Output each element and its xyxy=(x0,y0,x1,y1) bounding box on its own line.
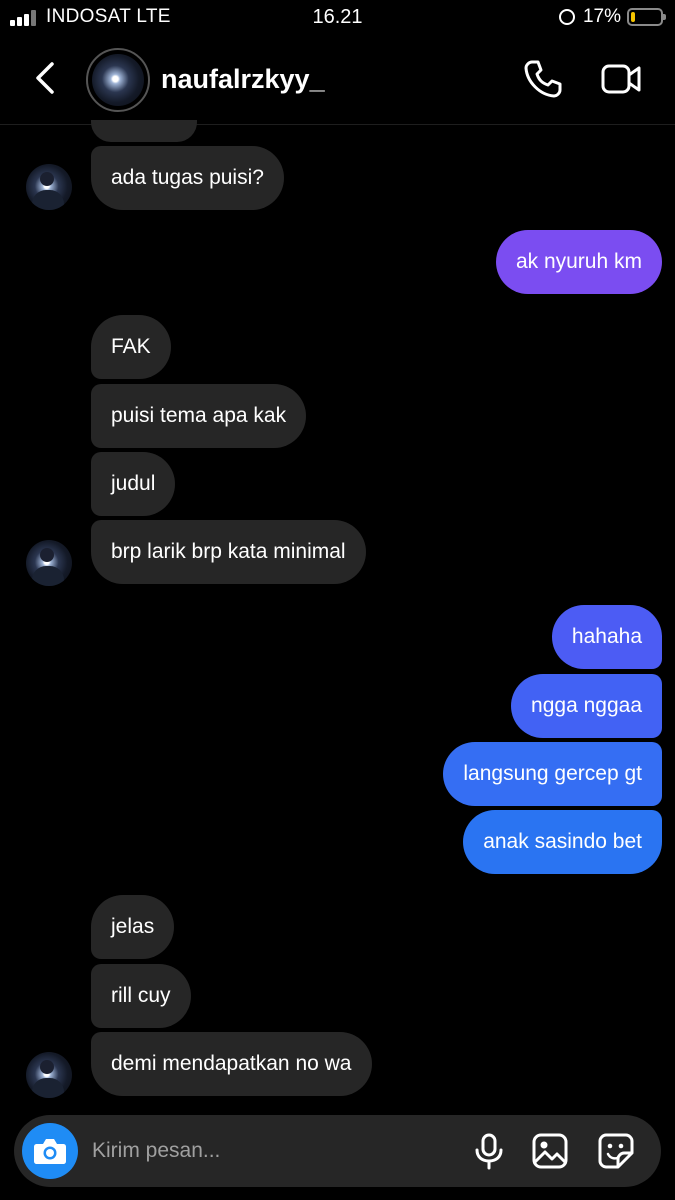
lock-rotation-icon xyxy=(559,9,575,25)
outgoing-message[interactable]: ngga nggaa xyxy=(511,674,662,738)
sticker-icon[interactable] xyxy=(596,1131,636,1171)
status-bar: INDOSAT LTE 16.21 17% xyxy=(0,0,675,36)
incoming-message[interactable]: puisi tema apa kak xyxy=(91,384,307,448)
phone-icon[interactable] xyxy=(520,56,566,102)
contact-avatar[interactable] xyxy=(86,48,150,112)
incoming-message[interactable]: ada tugas puisi? xyxy=(91,146,284,210)
microphone-icon[interactable] xyxy=(469,1131,509,1171)
incoming-message[interactable]: jelas xyxy=(91,895,175,959)
battery-percent: 17% xyxy=(582,6,621,27)
incoming-message[interactable]: brp larik brp kata minimal xyxy=(91,520,366,584)
outgoing-message[interactable]: ak nyuruh km xyxy=(495,230,662,294)
outgoing-message[interactable]: langsung gercep gt xyxy=(443,742,662,806)
chat-header: naufalrzkyy_ xyxy=(0,36,675,125)
sender-avatar xyxy=(26,540,72,586)
incoming-message[interactable]: judul xyxy=(91,452,176,516)
sender-avatar xyxy=(26,164,72,210)
message-composer[interactable]: Kirim pesan... xyxy=(14,1115,661,1187)
sender-avatar xyxy=(26,1052,72,1098)
video-camera-icon[interactable] xyxy=(598,56,644,102)
gallery-icon[interactable] xyxy=(530,1131,570,1171)
previous-message-bubble xyxy=(91,120,197,142)
outgoing-message[interactable]: anak sasindo bet xyxy=(463,810,662,874)
contact-username[interactable]: naufalrzkyy_ xyxy=(161,64,325,95)
camera-button[interactable] xyxy=(22,1123,78,1179)
battery-icon xyxy=(627,8,666,26)
message-input[interactable]: Kirim pesan... xyxy=(92,1115,220,1187)
incoming-message[interactable]: FAK xyxy=(91,315,171,379)
back-chevron-icon[interactable] xyxy=(30,58,62,98)
incoming-message[interactable]: demi mendapatkan no wa xyxy=(91,1032,372,1096)
incoming-message[interactable]: rill cuy xyxy=(91,964,191,1028)
camera-icon xyxy=(34,1139,66,1164)
outgoing-message[interactable]: hahaha xyxy=(551,605,662,669)
